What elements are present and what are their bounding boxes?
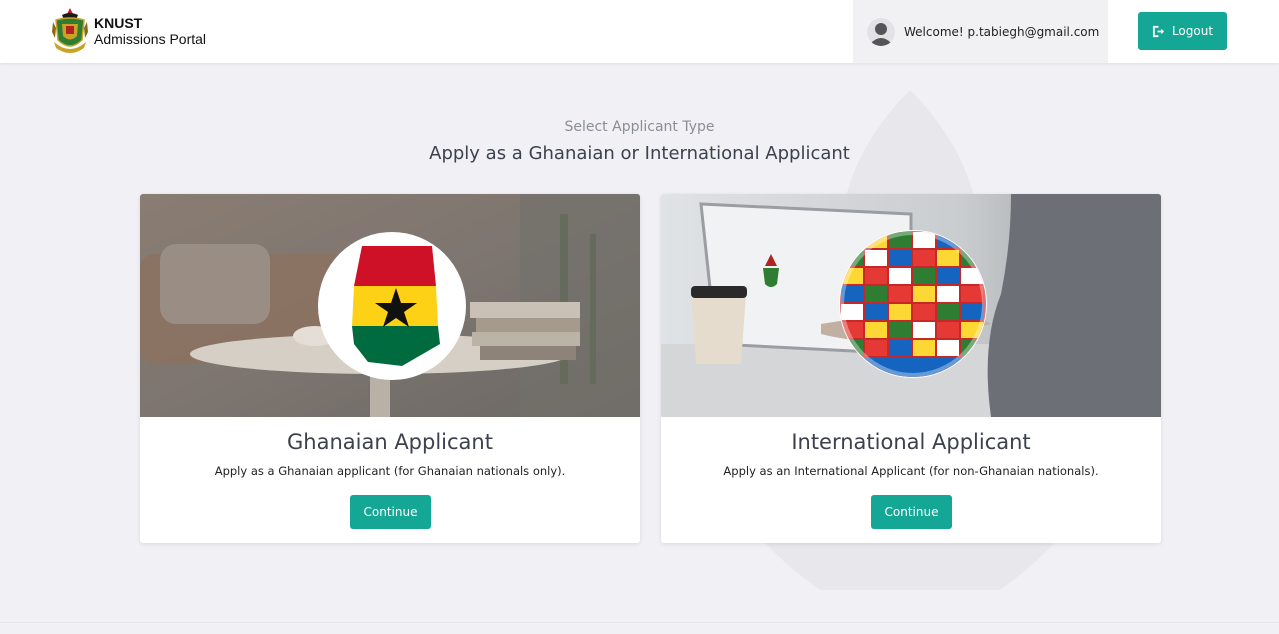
top-navbar: KNUST Admissions Portal Welcome! p.tabie…	[0, 0, 1279, 63]
international-continue-button[interactable]: Continue	[871, 495, 952, 529]
page-heading: Apply as a Ghanaian or International App…	[429, 143, 850, 164]
logout-label: Logout	[1171, 24, 1214, 38]
page-subheading: Select Applicant Type	[564, 119, 715, 135]
sign-out-icon	[1152, 25, 1165, 37]
ghanaian-card-image	[140, 194, 640, 417]
ghanaian-card-description: Apply as a Ghanaian applicant (for Ghana…	[214, 464, 566, 478]
ghanaian-continue-button[interactable]: Continue	[350, 495, 431, 529]
brand-subtitle: Admissions Portal	[94, 31, 207, 47]
international-card-description: Apply as an International Applicant (for…	[723, 464, 1099, 478]
brand-title: KNUST	[94, 15, 143, 31]
international-card-image	[661, 194, 1161, 417]
international-applicant-card: International Applicant Apply as an Inte…	[661, 194, 1161, 543]
user-welcome-panel: Welcome! p.tabiegh@gmail.com	[853, 0, 1108, 63]
ghanaian-card-title: Ghanaian Applicant	[287, 430, 493, 454]
international-card-title: International Applicant	[791, 430, 1031, 454]
ghanaian-applicant-card: Ghanaian Applicant Apply as a Ghanaian a…	[140, 194, 640, 543]
user-avatar-icon	[867, 17, 895, 46]
welcome-text: Welcome! p.tabiegh@gmail.com	[904, 24, 1100, 39]
footer-divider	[0, 622, 1279, 623]
logout-button[interactable]: Logout	[1138, 12, 1227, 50]
brand-logo-link[interactable]: KNUST Admissions Portal	[52, 6, 206, 56]
knust-crest-icon	[52, 8, 88, 53]
